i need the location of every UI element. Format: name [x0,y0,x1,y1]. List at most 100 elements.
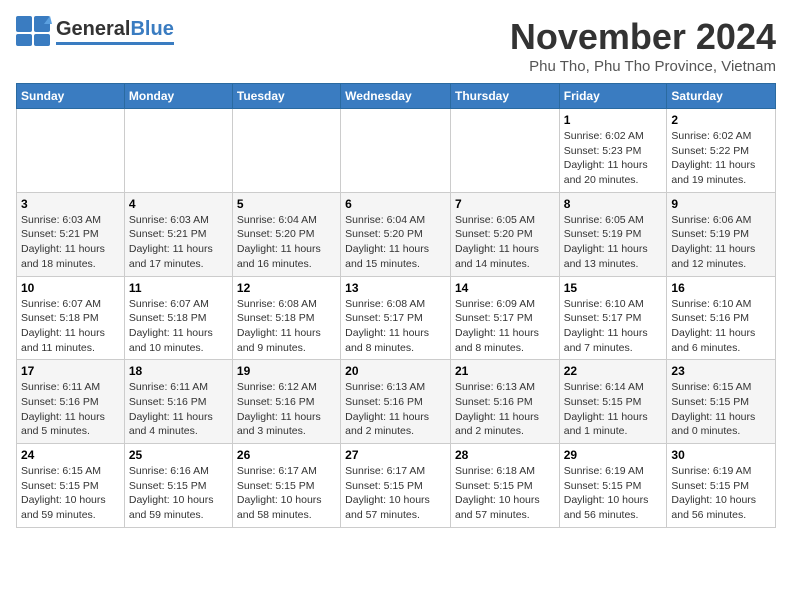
header-sunday: Sunday [17,84,125,109]
location: Phu Tho, Phu Tho Province, Vietnam [510,58,776,75]
day-info: Sunrise: 6:19 AMSunset: 5:15 PMDaylight:… [671,464,771,523]
calendar-cell: 23Sunrise: 6:15 AMSunset: 5:15 PMDayligh… [667,360,776,444]
day-number: 30 [671,448,771,462]
logo-general: General [56,18,130,40]
day-info: Sunrise: 6:12 AMSunset: 5:16 PMDaylight:… [237,380,336,439]
day-number: 2 [671,113,771,127]
day-info: Sunrise: 6:15 AMSunset: 5:15 PMDaylight:… [671,380,771,439]
day-number: 8 [564,197,663,211]
calendar-cell [450,109,559,193]
calendar-header-row: SundayMondayTuesdayWednesdayThursdayFrid… [17,84,776,109]
day-number: 9 [671,197,771,211]
day-number: 21 [455,364,555,378]
day-number: 11 [129,281,228,295]
calendar-cell: 5 Sunrise: 6:04 AMSunset: 5:20 PMDaylight… [232,192,340,276]
logo-blue: Blue [130,18,173,40]
calendar-cell: 11 Sunrise: 6:07 AMSunset: 5:18 PMDayligh… [124,276,232,360]
day-number: 14 [455,281,555,295]
calendar-cell: 27Sunrise: 6:17 AMSunset: 5:15 PMDayligh… [341,444,451,528]
calendar-cell: 30 Sunrise: 6:19 AMSunset: 5:15 PMDayligh… [667,444,776,528]
day-number: 5 [237,197,336,211]
header-tuesday: Tuesday [232,84,340,109]
calendar-cell: 3 Sunrise: 6:03 AMSunset: 5:21 PMDaylight… [17,192,125,276]
logo-icon [16,16,52,46]
day-number: 7 [455,197,555,211]
calendar-cell: 9Sunrise: 6:06 AMSunset: 5:19 PMDaylight… [667,192,776,276]
calendar: SundayMondayTuesdayWednesdayThursdayFrid… [16,83,776,528]
day-info: Sunrise: 6:19 AMSunset: 5:15 PMDaylight:… [564,464,663,523]
day-info: Sunrise: 6:07 AMSunset: 5:18 PMDaylight:… [21,297,120,356]
day-number: 1 [564,113,663,127]
day-number: 29 [564,448,663,462]
day-number: 13 [345,281,446,295]
month-title: November 2024 [510,16,776,58]
day-info: Sunrise: 6:13 AMSunset: 5:16 PMDaylight:… [455,380,555,439]
calendar-cell: 19 Sunrise: 6:12 AMSunset: 5:16 PMDayligh… [232,360,340,444]
header: GeneralBlue November 2024 Phu Tho, Phu T… [16,16,776,75]
calendar-cell: 25 Sunrise: 6:16 AMSunset: 5:15 PMDayligh… [124,444,232,528]
day-info: Sunrise: 6:09 AMSunset: 5:17 PMDaylight:… [455,297,555,356]
day-number: 10 [21,281,120,295]
day-info: Sunrise: 6:11 AMSunset: 5:16 PMDaylight:… [129,380,228,439]
day-number: 16 [671,281,771,295]
header-wednesday: Wednesday [341,84,451,109]
calendar-cell: 26Sunrise: 6:17 AMSunset: 5:15 PMDayligh… [232,444,340,528]
calendar-cell: 7 Sunrise: 6:05 AMSunset: 5:20 PMDaylight… [450,192,559,276]
week-row-2: 3 Sunrise: 6:03 AMSunset: 5:21 PMDaylight… [17,192,776,276]
week-row-4: 17 Sunrise: 6:11 AMSunset: 5:16 PMDayligh… [17,360,776,444]
week-row-3: 10 Sunrise: 6:07 AMSunset: 5:18 PMDayligh… [17,276,776,360]
calendar-cell: 22 Sunrise: 6:14 AMSunset: 5:15 PMDayligh… [559,360,667,444]
day-info: Sunrise: 6:05 AMSunset: 5:20 PMDaylight:… [455,213,555,272]
day-number: 3 [21,197,120,211]
calendar-cell: 4 Sunrise: 6:03 AMSunset: 5:21 PMDaylight… [124,192,232,276]
day-info: Sunrise: 6:02 AMSunset: 5:22 PMDaylight:… [671,129,771,188]
day-info: Sunrise: 6:07 AMSunset: 5:18 PMDaylight:… [129,297,228,356]
day-info: Sunrise: 6:03 AMSunset: 5:21 PMDaylight:… [21,213,120,272]
day-info: Sunrise: 6:04 AMSunset: 5:20 PMDaylight:… [237,213,336,272]
day-info: Sunrise: 6:10 AMSunset: 5:16 PMDaylight:… [671,297,771,356]
day-number: 17 [21,364,120,378]
calendar-cell: 29 Sunrise: 6:19 AMSunset: 5:15 PMDayligh… [559,444,667,528]
day-info: Sunrise: 6:11 AMSunset: 5:16 PMDaylight:… [21,380,120,439]
day-number: 28 [455,448,555,462]
day-info: Sunrise: 6:02 AMSunset: 5:23 PMDaylight:… [564,129,663,188]
calendar-cell: 17 Sunrise: 6:11 AMSunset: 5:16 PMDayligh… [17,360,125,444]
day-number: 20 [345,364,446,378]
logo: GeneralBlue [16,16,174,46]
calendar-cell: 2 Sunrise: 6:02 AMSunset: 5:22 PMDaylight… [667,109,776,193]
header-thursday: Thursday [450,84,559,109]
calendar-cell: 13Sunrise: 6:08 AMSunset: 5:17 PMDayligh… [341,276,451,360]
day-number: 22 [564,364,663,378]
day-info: Sunrise: 6:17 AMSunset: 5:15 PMDaylight:… [237,464,336,523]
day-info: Sunrise: 6:10 AMSunset: 5:17 PMDaylight:… [564,297,663,356]
week-row-5: 24Sunrise: 6:15 AMSunset: 5:15 PMDayligh… [17,444,776,528]
day-info: Sunrise: 6:03 AMSunset: 5:21 PMDaylight:… [129,213,228,272]
calendar-cell: 1 Sunrise: 6:02 AMSunset: 5:23 PMDaylight… [559,109,667,193]
header-monday: Monday [124,84,232,109]
day-number: 19 [237,364,336,378]
day-info: Sunrise: 6:04 AMSunset: 5:20 PMDaylight:… [345,213,446,272]
calendar-cell [341,109,451,193]
day-info: Sunrise: 6:17 AMSunset: 5:15 PMDaylight:… [345,464,446,523]
calendar-cell [124,109,232,193]
calendar-cell: 6 Sunrise: 6:04 AMSunset: 5:20 PMDaylight… [341,192,451,276]
calendar-cell: 20Sunrise: 6:13 AMSunset: 5:16 PMDayligh… [341,360,451,444]
calendar-cell: 10 Sunrise: 6:07 AMSunset: 5:18 PMDayligh… [17,276,125,360]
day-number: 6 [345,197,446,211]
header-saturday: Saturday [667,84,776,109]
header-friday: Friday [559,84,667,109]
day-number: 15 [564,281,663,295]
day-info: Sunrise: 6:05 AMSunset: 5:19 PMDaylight:… [564,213,663,272]
day-info: Sunrise: 6:08 AMSunset: 5:18 PMDaylight:… [237,297,336,356]
day-number: 4 [129,197,228,211]
day-info: Sunrise: 6:16 AMSunset: 5:15 PMDaylight:… [129,464,228,523]
day-number: 25 [129,448,228,462]
day-info: Sunrise: 6:15 AMSunset: 5:15 PMDaylight:… [21,464,120,523]
calendar-cell: 12Sunrise: 6:08 AMSunset: 5:18 PMDayligh… [232,276,340,360]
calendar-cell: 15 Sunrise: 6:10 AMSunset: 5:17 PMDayligh… [559,276,667,360]
calendar-cell: 8 Sunrise: 6:05 AMSunset: 5:19 PMDaylight… [559,192,667,276]
calendar-cell: 24Sunrise: 6:15 AMSunset: 5:15 PMDayligh… [17,444,125,528]
calendar-cell [232,109,340,193]
day-info: Sunrise: 6:18 AMSunset: 5:15 PMDaylight:… [455,464,555,523]
day-info: Sunrise: 6:14 AMSunset: 5:15 PMDaylight:… [564,380,663,439]
